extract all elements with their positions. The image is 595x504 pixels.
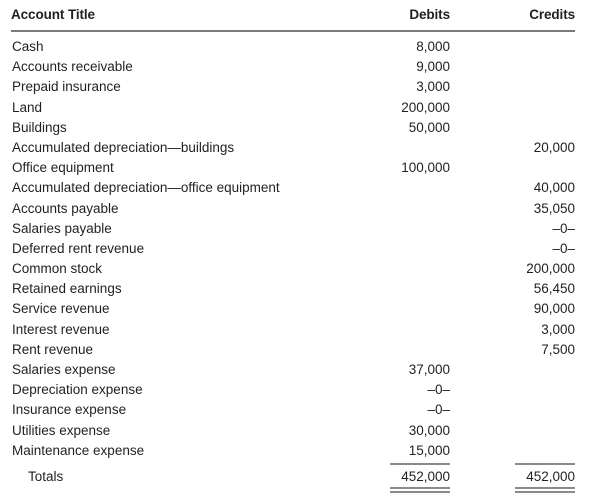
account-title: Common stock bbox=[12, 261, 103, 277]
account-title: Cash bbox=[12, 39, 44, 54]
credit-amount: 40,000 bbox=[533, 180, 575, 196]
account-title: Maintenance expense bbox=[12, 442, 145, 458]
table-row: Service revenue 90,000 bbox=[0, 299, 595, 319]
debit-amount: 8,000 bbox=[416, 39, 450, 54]
table-row: Retained earnings 56,450 bbox=[0, 279, 595, 299]
account-title: Deferred rent revenue bbox=[12, 240, 145, 256]
table-row: Rent revenue 7,500 bbox=[0, 340, 595, 360]
account-title: Land bbox=[12, 99, 43, 115]
credit-amount: 90,000 bbox=[533, 301, 575, 317]
totals-debit: 452,000 bbox=[401, 469, 450, 484]
debit-amount: 15,000 bbox=[408, 442, 450, 458]
account-title: Retained earnings bbox=[12, 281, 122, 297]
table-row: Insurance expense –0– bbox=[0, 400, 595, 420]
account-title: Salaries expense bbox=[12, 362, 116, 377]
debit-amount: 9,000 bbox=[416, 59, 450, 75]
debit-subtotal-rule bbox=[390, 463, 450, 465]
header-credits: Credits bbox=[529, 7, 575, 22]
debit-amount: 50,000 bbox=[408, 119, 450, 135]
table-row: Accumulated depreciation—office equipmen… bbox=[0, 178, 595, 198]
credit-amount: 7,500 bbox=[541, 341, 575, 357]
header-divider bbox=[11, 30, 575, 32]
table-row: Utilities expense 30,000 bbox=[0, 421, 595, 441]
credit-amount: 3,000 bbox=[541, 321, 575, 337]
table-body: Cash 8,000 Accounts receivable 9,000 Prepaid… bbox=[0, 37, 595, 461]
account-title: Utilities expense bbox=[12, 422, 111, 438]
table-row: Maintenance expense 15,000 bbox=[0, 441, 595, 461]
debit-amount: 30,000 bbox=[408, 422, 450, 438]
credit-double-rule-top bbox=[515, 487, 575, 489]
account-title: Accounts receivable bbox=[12, 59, 133, 75]
table-row: Prepaid insurance 3,000 bbox=[0, 77, 595, 97]
totals-credit: 452,000 bbox=[526, 469, 575, 484]
account-title: Accumulated depreciation—buildings bbox=[12, 139, 235, 155]
account-title: Accounts payable bbox=[12, 200, 119, 216]
table-row: Accounts receivable 9,000 bbox=[0, 57, 595, 77]
table-row: Land 200,000 bbox=[0, 98, 595, 118]
header-account-title: Account Title bbox=[11, 7, 95, 22]
credit-amount: –0– bbox=[552, 220, 575, 236]
credit-amount: 35,050 bbox=[533, 200, 575, 216]
account-title: Prepaid insurance bbox=[12, 79, 121, 95]
account-title: Service revenue bbox=[12, 301, 110, 317]
table-row: Office equipment 100,000 bbox=[0, 158, 595, 178]
account-title: Buildings bbox=[12, 119, 67, 135]
debit-amount: –0– bbox=[427, 382, 450, 398]
debit-amount: 100,000 bbox=[401, 160, 450, 176]
table-row: Buildings 50,000 bbox=[0, 118, 595, 138]
debit-double-rule-bottom bbox=[390, 491, 450, 493]
credit-amount: 200,000 bbox=[526, 261, 575, 277]
debit-double-rule-top bbox=[390, 487, 450, 489]
credit-amount: 56,450 bbox=[533, 281, 575, 297]
table-row: Salaries expense 37,000 bbox=[0, 360, 595, 380]
account-title: Interest revenue bbox=[12, 321, 110, 337]
credit-subtotal-rule bbox=[515, 463, 575, 465]
debit-amount: 200,000 bbox=[401, 99, 450, 115]
table-row: Common stock 200,000 bbox=[0, 259, 595, 279]
account-title: Office equipment bbox=[12, 160, 114, 176]
table-row: Salaries payable –0– bbox=[0, 219, 595, 239]
table-row: Interest revenue 3,000 bbox=[0, 320, 595, 340]
table-row: Depreciation expense –0– bbox=[0, 380, 595, 400]
table-row: Cash 8,000 bbox=[0, 37, 595, 57]
account-title: Salaries payable bbox=[12, 220, 112, 236]
account-title: Depreciation expense bbox=[12, 382, 143, 398]
debit-amount: 3,000 bbox=[416, 79, 450, 95]
totals-label: Totals bbox=[28, 469, 64, 484]
debit-amount: 37,000 bbox=[408, 362, 450, 377]
credit-amount: 20,000 bbox=[533, 139, 575, 155]
table-row: Deferred rent revenue –0– bbox=[0, 239, 595, 259]
account-title: Accumulated depreciation—office equipmen… bbox=[12, 180, 280, 196]
debit-amount: –0– bbox=[427, 402, 450, 418]
header-debits: Debits bbox=[409, 7, 450, 22]
account-title: Insurance expense bbox=[12, 402, 127, 418]
account-title: Rent revenue bbox=[12, 341, 94, 357]
credit-double-rule-bottom bbox=[515, 491, 575, 493]
table-row: Accumulated depreciation—buildings 20,000 bbox=[0, 138, 595, 158]
table-row: Accounts payable 35,050 bbox=[0, 199, 595, 219]
credit-amount: –0– bbox=[552, 240, 575, 256]
